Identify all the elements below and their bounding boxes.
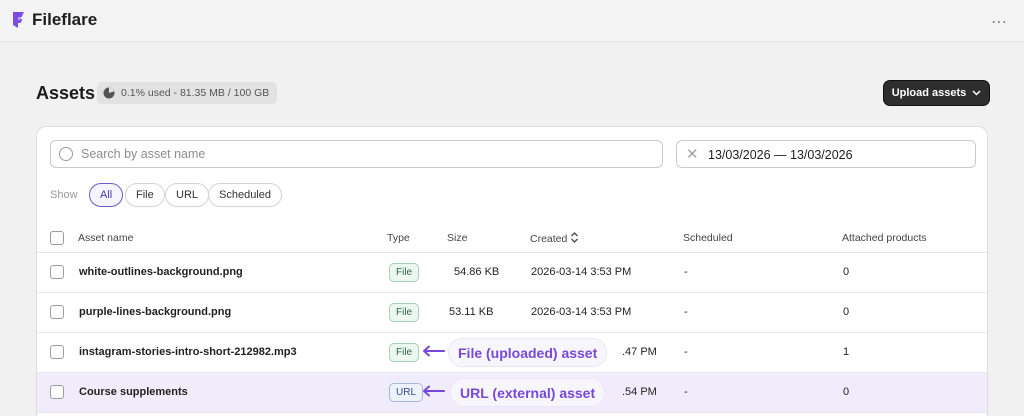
- storage-usage-badge: 0.1% used - 81.35 MB / 100 GB: [97, 82, 278, 104]
- assets-card: ✕ 13/03/2026 — 13/03/2026 Show All File …: [36, 126, 988, 416]
- sort-icon[interactable]: [570, 232, 579, 243]
- table-row[interactable]: purple-lines-background.png File 53.11 K…: [37, 293, 987, 333]
- row-checkbox[interactable]: [50, 345, 64, 359]
- arrow-left-icon: [423, 345, 445, 357]
- more-options-icon[interactable]: ⋯: [991, 12, 1008, 32]
- fileflare-logo-icon: [13, 12, 24, 28]
- search-icon: [59, 147, 73, 161]
- page-title: Assets: [36, 83, 96, 103]
- asset-created: .47 PM: [622, 346, 657, 358]
- asset-scheduled: -: [684, 386, 688, 398]
- asset-attached-products: 0: [843, 266, 850, 278]
- asset-name[interactable]: instagram-stories-intro-short-212982.mp3: [79, 346, 297, 358]
- column-asset-name: Asset name: [78, 232, 134, 244]
- storage-usage-text: 0.1% used - 81.35 MB / 100 GB: [121, 87, 270, 99]
- file-asset-annotation: File (uploaded) asset: [449, 339, 607, 366]
- asset-created: 2026-03-14 3:53 PM: [531, 266, 632, 278]
- top-bar: Fileflare ⋯: [0, 0, 1024, 42]
- asset-attached-products: 1: [843, 346, 850, 358]
- column-created[interactable]: Created: [530, 232, 579, 245]
- chevron-down-icon: [972, 90, 981, 96]
- asset-attached-products: 0: [843, 386, 850, 398]
- row-checkbox[interactable]: [50, 305, 64, 319]
- search-box: [50, 140, 663, 168]
- filter-chip-all[interactable]: All: [89, 183, 124, 207]
- column-size: Size: [447, 232, 468, 244]
- asset-scheduled: -: [684, 306, 688, 318]
- asset-created: 2026-03-14 3:53 PM: [531, 306, 632, 318]
- filter-chip-scheduled[interactable]: Scheduled: [208, 183, 282, 207]
- arrow-left-icon: [423, 385, 445, 397]
- asset-name[interactable]: Course supplements: [79, 386, 188, 398]
- type-badge-file: File: [389, 263, 420, 282]
- column-type: Type: [387, 232, 410, 244]
- date-range-text: 13/03/2026 — 13/03/2026: [708, 148, 853, 162]
- column-scheduled: Scheduled: [683, 232, 733, 244]
- table-header: Asset name Type Size Created Scheduled A…: [37, 225, 987, 253]
- asset-scheduled: -: [684, 266, 688, 278]
- row-checkbox[interactable]: [50, 385, 64, 399]
- date-range-filter[interactable]: ✕ 13/03/2026 — 13/03/2026: [676, 140, 976, 168]
- column-attached-products: Attached products: [842, 232, 927, 244]
- asset-name[interactable]: purple-lines-background.png: [79, 306, 231, 318]
- asset-size: 54.86 KB: [454, 266, 500, 278]
- close-icon[interactable]: ✕: [686, 145, 699, 163]
- asset-attached-products: 0: [843, 306, 850, 318]
- select-all-checkbox[interactable]: [50, 231, 64, 245]
- filter-chip-file[interactable]: File: [125, 183, 165, 207]
- column-created-label: Created: [530, 233, 568, 245]
- filter-chip-url[interactable]: URL: [165, 183, 210, 207]
- url-asset-annotation: URL (external) asset: [451, 379, 605, 406]
- asset-size: 53.11 KB: [449, 306, 494, 318]
- type-badge-file: File: [389, 343, 420, 362]
- asset-scheduled: -: [684, 346, 688, 358]
- type-badge-file: File: [389, 303, 420, 322]
- app-title: Fileflare: [32, 10, 98, 29]
- upload-assets-label: Upload assets: [891, 87, 967, 99]
- row-checkbox[interactable]: [50, 265, 64, 279]
- search-input[interactable]: [81, 141, 651, 167]
- asset-name[interactable]: white-outlines-background.png: [79, 266, 243, 278]
- table-row[interactable]: instagram-stories-intro-short-212982.mp3…: [37, 333, 987, 373]
- upload-assets-button[interactable]: Upload assets: [884, 81, 989, 105]
- type-badge-url: URL: [389, 383, 424, 402]
- show-filter-label: Show: [50, 189, 78, 201]
- table-row[interactable]: white-outlines-background.png File 54.86…: [37, 253, 987, 293]
- table-row[interactable]: Course supplements URL .54 PM - 0 URL (e…: [37, 373, 987, 413]
- asset-created: .54 PM: [622, 386, 657, 398]
- storage-pie-icon: [103, 87, 115, 99]
